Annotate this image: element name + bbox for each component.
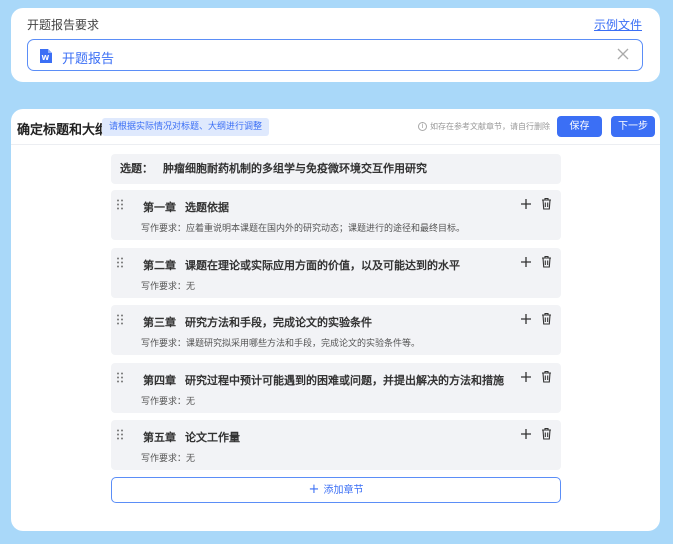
chapter-name: 研究过程中预计可能遇到的困难或问题，并提出解决的方法和措施 bbox=[185, 374, 504, 387]
drag-handle-icon[interactable] bbox=[116, 257, 124, 268]
next-step-button[interactable]: 下一步 bbox=[611, 116, 655, 137]
chapter-requirement: 写作要求：课题研究拟采用哪些方法和手段，完成论文的实验条件等。 bbox=[141, 339, 421, 349]
topic-title: 肿瘤细胞耐药机制的多组学与免疫微环境交互作用研究 bbox=[163, 162, 427, 175]
chapter-number: 第一章 bbox=[143, 201, 176, 214]
chapter-name: 课题在理论或实际应用方面的价值，以及可能达到的水平 bbox=[185, 259, 460, 272]
chapter-title: 第五章 论文工作量 bbox=[143, 429, 240, 445]
outline-card: 确定标题和大纲 请根据实际情况对标题、大纲进行调整 i 如存在参考文献章节，请自… bbox=[11, 109, 660, 531]
trash-icon[interactable] bbox=[541, 312, 552, 325]
chapter-item[interactable]: 第二章 课题在理论或实际应用方面的价值，以及可能达到的水平 写作要求：无 bbox=[111, 248, 561, 298]
chapter-name: 研究方法和手段，完成论文的实验条件 bbox=[185, 316, 372, 329]
chapter-item[interactable]: 第四章 研究过程中预计可能遇到的困难或问题，并提出解决的方法和措施 写作要求：无 bbox=[111, 363, 561, 413]
chapter-title: 第一章 选题依据 bbox=[143, 199, 229, 215]
chapter-number: 第二章 bbox=[143, 259, 176, 272]
chapter-name: 论文工作量 bbox=[185, 431, 240, 444]
plus-icon[interactable] bbox=[520, 371, 532, 383]
reference-note-text: 如存在参考文献章节，请自行删除 bbox=[430, 122, 550, 131]
reference-note: i 如存在参考文献章节，请自行删除 bbox=[418, 121, 550, 132]
trash-icon[interactable] bbox=[541, 197, 552, 210]
chapter-number: 第三章 bbox=[143, 316, 176, 329]
trash-icon[interactable] bbox=[541, 427, 552, 440]
close-icon[interactable] bbox=[616, 47, 630, 61]
chapter-requirement: 写作要求：无 bbox=[141, 397, 196, 407]
add-section-label: 添加章节 bbox=[323, 485, 364, 496]
drag-handle-icon[interactable] bbox=[116, 199, 124, 210]
chapter-number: 第五章 bbox=[143, 431, 176, 444]
topic-label: 选题： bbox=[120, 162, 153, 175]
chapter-item[interactable]: 第三章 研究方法和手段，完成论文的实验条件 写作要求：课题研究拟采用哪些方法和手段… bbox=[111, 305, 561, 355]
info-icon: i bbox=[418, 122, 427, 131]
adjust-hint-badge: 请根据实际情况对标题、大纲进行调整 bbox=[102, 118, 270, 136]
file-name: 开题报告 bbox=[62, 52, 115, 67]
chapter-title: 第三章 研究方法和手段，完成论文的实验条件 bbox=[143, 314, 372, 330]
uploaded-file-field[interactable]: W 开题报告 bbox=[27, 39, 643, 71]
save-button[interactable]: 保存 bbox=[557, 116, 602, 137]
add-section-button[interactable]: + 添加章节 bbox=[111, 477, 561, 503]
word-doc-icon: W bbox=[40, 49, 52, 63]
chapter-requirement: 写作要求：应着重说明本课题在国内外的研究动态；课题进行的途径和最终目标。 bbox=[141, 224, 466, 234]
chapter-item[interactable]: 第五章 论文工作量 写作要求：无 bbox=[111, 420, 561, 470]
trash-icon[interactable] bbox=[541, 255, 552, 268]
chapter-title: 第二章 课题在理论或实际应用方面的价值，以及可能达到的水平 bbox=[143, 257, 460, 273]
plus-icon[interactable] bbox=[520, 256, 532, 268]
chapter-name: 选题依据 bbox=[185, 201, 229, 214]
plus-icon[interactable] bbox=[520, 313, 532, 325]
topic-bar[interactable]: 选题： 肿瘤细胞耐药机制的多组学与免疫微环境交互作用研究 bbox=[111, 154, 561, 184]
chapter-title: 第四章 研究过程中预计可能遇到的困难或问题，并提出解决的方法和措施 bbox=[143, 372, 504, 388]
outline-title: 确定标题和大纲 bbox=[17, 123, 109, 138]
proposal-requirements-card: 开题报告要求 示例文件 W 开题报告 bbox=[11, 8, 660, 82]
chapter-number: 第四章 bbox=[143, 374, 176, 387]
drag-handle-icon[interactable] bbox=[116, 429, 124, 440]
plus-icon: + bbox=[308, 482, 320, 497]
plus-icon[interactable] bbox=[520, 198, 532, 210]
trash-icon[interactable] bbox=[541, 370, 552, 383]
plus-icon[interactable] bbox=[520, 428, 532, 440]
example-file-link[interactable]: 示例文件 bbox=[594, 16, 642, 33]
chapter-requirement: 写作要求：无 bbox=[141, 454, 196, 464]
svg-text:W: W bbox=[42, 54, 50, 62]
drag-handle-icon[interactable] bbox=[116, 372, 124, 383]
proposal-requirements-title: 开题报告要求 bbox=[27, 18, 100, 32]
outline-header: 确定标题和大纲 请根据实际情况对标题、大纲进行调整 i 如存在参考文献章节，请自… bbox=[11, 109, 660, 145]
drag-handle-icon[interactable] bbox=[116, 314, 124, 325]
chapter-requirement: 写作要求：无 bbox=[141, 282, 196, 292]
chapter-item[interactable]: 第一章 选题依据 写作要求：应着重说明本课题在国内外的研究动态；课题进行的途径和最… bbox=[111, 190, 561, 240]
